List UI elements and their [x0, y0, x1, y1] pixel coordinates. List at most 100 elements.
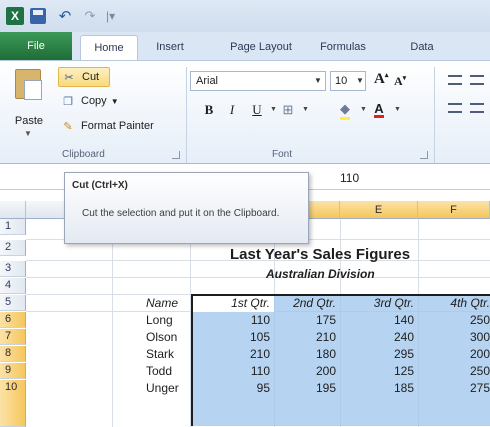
table-cell[interactable]: 105	[194, 329, 270, 345]
row-header[interactable]: 2	[0, 240, 26, 256]
cut-label: Cut	[82, 71, 100, 83]
column-header-e[interactable]: E	[340, 201, 418, 219]
bold-button[interactable]: B	[201, 100, 217, 120]
table-cell[interactable]: 295	[342, 346, 414, 362]
gridline	[26, 277, 490, 278]
tab-file[interactable]: File	[0, 32, 72, 60]
table-cell[interactable]: 240	[342, 329, 414, 345]
underline-button[interactable]: U	[246, 100, 268, 120]
paste-label: Paste	[14, 115, 44, 127]
group-divider	[186, 67, 187, 163]
copy-label: Copy	[81, 95, 107, 107]
format-painter-button[interactable]: ✎ Format Painter	[60, 117, 154, 135]
font-launcher-icon[interactable]	[420, 151, 428, 159]
table-cell[interactable]: 200	[276, 363, 336, 379]
format-painter-label: Format Painter	[81, 120, 154, 132]
table-row-name[interactable]: Todd	[146, 363, 172, 379]
scissors-icon: ✂	[64, 71, 74, 84]
paste-icon	[15, 69, 42, 100]
table-cell[interactable]: 200	[420, 346, 490, 362]
header-name: Name	[146, 296, 179, 310]
header-q2: 2nd Qtr.	[293, 296, 336, 310]
row-header[interactable]: 10	[0, 380, 26, 427]
paste-button[interactable]: Paste ▼	[6, 67, 52, 143]
table-cell[interactable]: 175	[276, 312, 336, 328]
chevron-down-icon[interactable]: ▼	[302, 106, 309, 113]
customize-qat-icon[interactable]: |▾	[106, 9, 115, 23]
table-row-name[interactable]: Long	[146, 312, 173, 328]
formula-content[interactable]: 110	[340, 171, 359, 185]
clipboard-launcher-icon[interactable]	[172, 151, 180, 159]
table-cell[interactable]: 95	[194, 380, 270, 396]
table-cell[interactable]: 125	[342, 363, 414, 379]
table-cell[interactable]: 185	[342, 380, 414, 396]
fill-color-button[interactable]: ◆	[332, 100, 358, 120]
table-cell[interactable]: 210	[194, 346, 270, 362]
excel-logo-icon[interactable]: X	[6, 7, 24, 25]
table-cell[interactable]: 250	[420, 363, 490, 379]
paint-bucket-icon: ◆	[340, 101, 350, 120]
table-cell[interactable]: 110	[194, 363, 270, 379]
header-q3: 3rd Qtr.	[373, 296, 414, 310]
row-header[interactable]: 9	[0, 363, 26, 379]
font-color-button[interactable]: A	[366, 100, 392, 120]
copy-button[interactable]: ❐ Copy ▼	[60, 92, 119, 110]
table-cell[interactable]: 300	[420, 329, 490, 345]
tooltip-body: Cut the selection and put it on the Clip…	[82, 208, 280, 219]
sheet-title: Last Year's Sales Figures	[230, 246, 411, 263]
align-top-icon[interactable]	[448, 75, 462, 85]
font-color-icon: A	[374, 100, 384, 118]
table-row-name[interactable]: Olson	[146, 329, 177, 345]
borders-button[interactable]: ⊞	[277, 100, 299, 120]
clipboard-group-label: Clipboard	[62, 149, 105, 160]
row-header[interactable]: 8	[0, 346, 26, 362]
row-header[interactable]: 6	[0, 312, 26, 328]
italic-button[interactable]: I	[224, 100, 240, 120]
sheet-subtitle: Australian Division	[266, 267, 375, 281]
align-center-icon[interactable]	[470, 103, 484, 113]
save-icon[interactable]	[30, 8, 46, 24]
tab-formulas[interactable]: Formulas	[313, 35, 373, 60]
table-cell[interactable]: 110	[194, 312, 270, 328]
ribbon-tabs: File Home Insert Page Layout Formulas Da…	[0, 32, 490, 60]
cut-tooltip: Cut (Ctrl+X) Cut the selection and put i…	[64, 172, 309, 244]
align-middle-icon[interactable]	[470, 75, 484, 85]
table-cell[interactable]: 195	[276, 380, 336, 396]
redo-icon[interactable]: ↷	[79, 6, 101, 26]
table-cell[interactable]: 180	[276, 346, 336, 362]
table-cell[interactable]: 140	[342, 312, 414, 328]
undo-icon[interactable]: ↶	[53, 6, 77, 26]
row-header[interactable]: 1	[0, 219, 26, 235]
cut-button[interactable]: ✂ Cut	[58, 67, 110, 87]
shrink-font-button[interactable]: A▾	[394, 74, 406, 89]
chevron-down-icon[interactable]: ▼	[270, 106, 277, 113]
grow-font-button[interactable]: A▴	[374, 71, 388, 88]
table-row-name[interactable]: Stark	[146, 346, 174, 362]
tab-data[interactable]: Data	[402, 35, 442, 60]
header-q1: 1st Qtr.	[231, 296, 270, 310]
gridline	[112, 219, 113, 427]
chevron-down-icon[interactable]: ▼	[356, 76, 364, 85]
tab-insert[interactable]: Insert	[146, 35, 194, 60]
tab-page-layout[interactable]: Page Layout	[222, 35, 300, 60]
paintbrush-icon: ✎	[63, 120, 73, 133]
tab-home[interactable]: Home	[80, 35, 138, 60]
row-header[interactable]: 5	[0, 295, 26, 311]
row-header[interactable]: 3	[0, 261, 26, 277]
chevron-down-icon[interactable]: ▼	[24, 129, 32, 138]
chevron-down-icon[interactable]: ▼	[314, 76, 322, 85]
column-header-f[interactable]: F	[418, 201, 490, 219]
select-all-corner[interactable]	[0, 201, 26, 219]
table-cell[interactable]: 275	[420, 380, 490, 396]
chevron-down-icon[interactable]: ▼	[111, 97, 119, 106]
table-cell[interactable]: 210	[276, 329, 336, 345]
table-row-name[interactable]: Unger	[146, 380, 179, 396]
row-header[interactable]: 4	[0, 278, 26, 294]
row-header[interactable]: 7	[0, 329, 26, 345]
table-cell[interactable]: 250	[420, 312, 490, 328]
tooltip-title: Cut (Ctrl+X)	[72, 180, 128, 191]
copy-icon: ❐	[63, 95, 73, 108]
font-name-select[interactable]: Arial	[190, 71, 326, 91]
align-left-icon[interactable]	[448, 103, 462, 113]
chevron-down-icon[interactable]: ▼	[394, 106, 401, 113]
